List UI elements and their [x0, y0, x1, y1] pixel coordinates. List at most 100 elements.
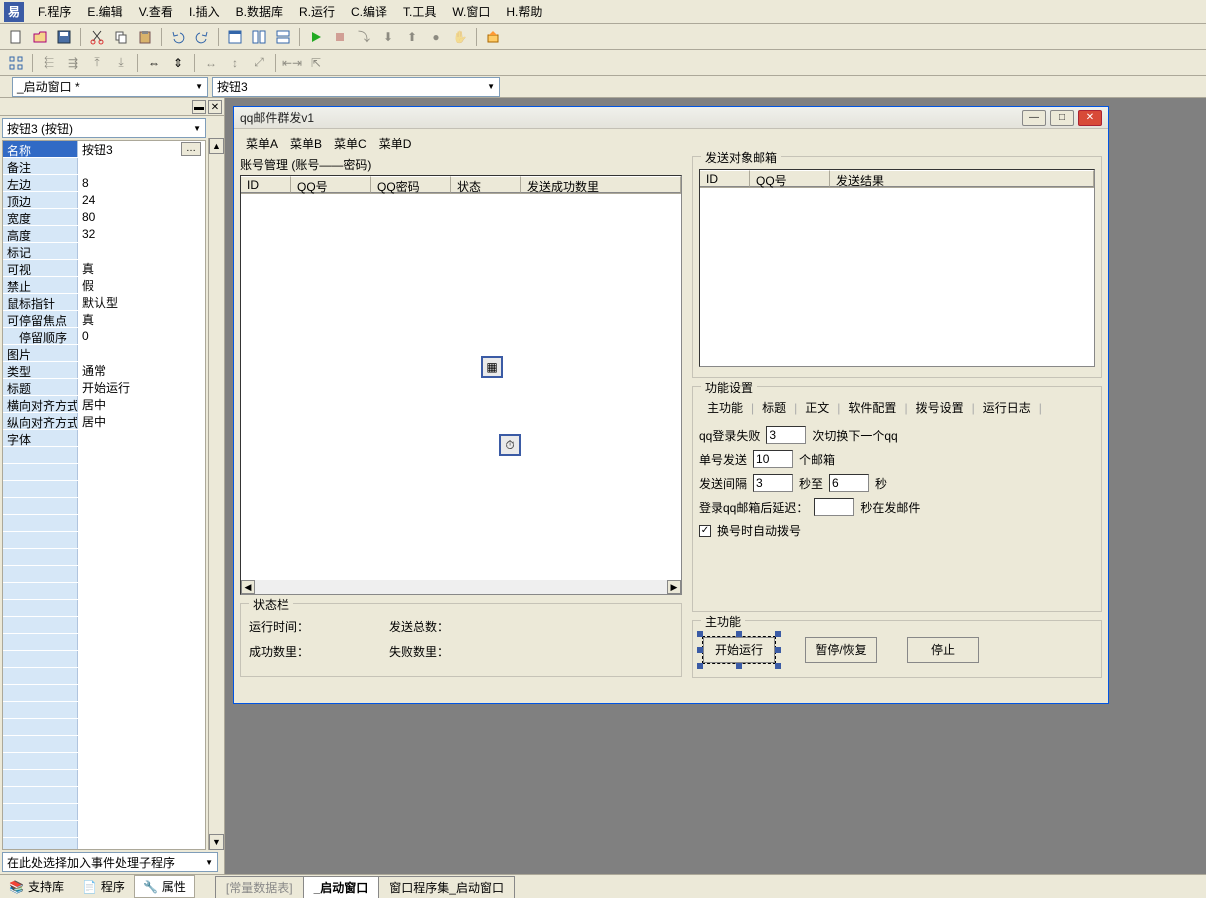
copy-icon[interactable] — [110, 26, 132, 48]
start-button[interactable]: 开始运行 — [703, 637, 775, 663]
scroll-up-icon[interactable]: ▲ — [209, 138, 224, 154]
col-qq[interactable]: QQ号 — [291, 176, 371, 193]
scroll-down-icon[interactable]: ▼ — [209, 834, 224, 850]
win1-icon[interactable] — [224, 26, 246, 48]
prop-row-类型[interactable]: 类型通常 — [3, 362, 205, 379]
design-surface[interactable]: qq邮件群发v1 — □ ✕ 菜单A 菜单B 菜单C 菜单D 账号管理 (账号—… — [225, 98, 1206, 874]
menu-window[interactable]: W.窗口 — [444, 1, 498, 22]
win2-icon[interactable] — [248, 26, 270, 48]
tab-dial[interactable]: 拨号设置 — [908, 397, 972, 418]
prop-value[interactable]: 按钮3… — [78, 141, 205, 157]
menu-program[interactable]: F.程序 — [30, 1, 79, 22]
center-v-icon[interactable]: ⇕ — [167, 52, 189, 74]
prop-value[interactable]: 假 — [78, 277, 205, 293]
prop-row-左边[interactable]: 左边8 — [3, 175, 205, 192]
run-icon[interactable] — [305, 26, 327, 48]
tab-log[interactable]: 运行日志 — [975, 397, 1039, 418]
interval-max-input[interactable] — [829, 474, 869, 492]
prop-value[interactable]: 24 — [78, 192, 205, 208]
menu-b[interactable]: 菜单B — [286, 135, 326, 152]
targets-listview[interactable]: ID QQ号 发送结果 — [699, 169, 1095, 367]
undo-icon[interactable] — [167, 26, 189, 48]
open-icon[interactable] — [29, 26, 51, 48]
login-fail-input[interactable] — [766, 426, 806, 444]
scroll-left-icon[interactable]: ◀ — [241, 580, 255, 594]
prop-row-禁止[interactable]: 禁止假 — [3, 277, 205, 294]
pane-properties[interactable]: 🔧 属性 — [134, 875, 195, 898]
delay-input[interactable] — [814, 498, 854, 516]
stop-button[interactable]: 停止 — [907, 637, 979, 663]
prop-row-可停留焦点[interactable]: 可停留焦点真 — [3, 311, 205, 328]
grid-icon[interactable] — [5, 52, 27, 74]
interval-min-input[interactable] — [753, 474, 793, 492]
menu-a[interactable]: 菜单A — [242, 135, 282, 152]
menu-view[interactable]: V.查看 — [131, 1, 181, 22]
step-into-icon[interactable]: ⬇ — [377, 26, 399, 48]
tab-title[interactable]: 标题 — [754, 397, 794, 418]
prop-value[interactable]: 真 — [78, 260, 205, 276]
new-icon[interactable] — [5, 26, 27, 48]
pane-program[interactable]: 📄 程序 — [73, 875, 134, 898]
minimize-icon[interactable]: — — [1022, 110, 1046, 126]
prop-row-纵向对齐方式[interactable]: 纵向对齐方式居中 — [3, 413, 205, 430]
col-id[interactable]: ID — [241, 176, 291, 193]
timer-icon[interactable]: ⏱ — [499, 434, 521, 456]
prop-row-标记[interactable]: 标记 — [3, 243, 205, 260]
tab-body[interactable]: 正文 — [797, 397, 837, 418]
maximize-icon[interactable]: □ — [1050, 110, 1074, 126]
menu-insert[interactable]: I.插入 — [181, 1, 228, 22]
prop-value[interactable] — [78, 430, 205, 446]
menu-run[interactable]: R.运行 — [291, 1, 343, 22]
prop-value[interactable]: 32 — [78, 226, 205, 242]
prop-value[interactable]: 居中 — [78, 396, 205, 412]
prop-value[interactable]: 默认型 — [78, 294, 205, 310]
prop-row-图片[interactable]: 图片 — [3, 345, 205, 362]
tcol-result[interactable]: 发送结果 — [830, 170, 1094, 187]
redo-icon[interactable] — [191, 26, 213, 48]
pane-support[interactable]: 📚 支持库 — [0, 875, 73, 898]
same-width-icon[interactable]: ↔ — [200, 52, 222, 74]
tab-config[interactable]: 软件配置 — [840, 397, 904, 418]
h-scrollbar[interactable]: ◀ ▶ — [241, 580, 681, 594]
col-pwd[interactable]: QQ密码 — [371, 176, 451, 193]
menu-edit[interactable]: E.编辑 — [79, 1, 130, 22]
prop-value[interactable]: 8 — [78, 175, 205, 191]
align-right-icon[interactable]: ⇶ — [62, 52, 84, 74]
designed-window[interactable]: qq邮件群发v1 — □ ✕ 菜单A 菜单B 菜单C 菜单D 账号管理 (账号—… — [233, 106, 1109, 704]
menu-compile[interactable]: C.编译 — [343, 1, 395, 22]
prop-value[interactable]: 0 — [78, 328, 205, 344]
prop-row-停留顺序[interactable]: 停留顺序0 — [3, 328, 205, 345]
col-success[interactable]: 发送成功数里 — [521, 176, 681, 193]
center-h-icon[interactable]: ⇔ — [143, 52, 165, 74]
same-size-icon[interactable]: ⤢ — [248, 52, 270, 74]
win3-icon[interactable] — [272, 26, 294, 48]
tcol-qq[interactable]: QQ号 — [750, 170, 830, 187]
menu-d[interactable]: 菜单D — [375, 135, 416, 152]
prop-value[interactable]: 居中 — [78, 413, 205, 429]
prop-row-标题[interactable]: 标题开始运行 — [3, 379, 205, 396]
step-over-icon[interactable]: ⤵ — [353, 26, 375, 48]
prop-row-高度[interactable]: 高度32 — [3, 226, 205, 243]
breakpoint-icon[interactable]: ● — [425, 26, 447, 48]
panel-pin-icon[interactable]: ▬ — [192, 100, 206, 114]
prop-ellipsis-button[interactable]: … — [181, 142, 201, 156]
prop-value[interactable] — [78, 243, 205, 259]
tab-window-module[interactable]: 窗口程序集_启动窗口 — [378, 876, 515, 898]
pause-button[interactable]: 暂停/恢复 — [805, 637, 877, 663]
prop-value[interactable]: 开始运行 — [78, 379, 205, 395]
align-top-icon[interactable]: ⤒ — [86, 52, 108, 74]
hand-icon[interactable]: ✋ — [449, 26, 471, 48]
align-left-icon[interactable]: ⬱ — [38, 52, 60, 74]
accounts-listview[interactable]: ID QQ号 QQ密码 状态 发送成功数里 ▦ ⏱ ◀ — [240, 175, 682, 595]
prop-row-字体[interactable]: 字体 — [3, 430, 205, 447]
scroll-right-icon[interactable]: ▶ — [667, 580, 681, 594]
tab-const[interactable]: [常量数据表] — [215, 876, 304, 898]
cut-icon[interactable] — [86, 26, 108, 48]
step-out-icon[interactable]: ⬆ — [401, 26, 423, 48]
property-grid[interactable]: 名称按钮3…备注左边8顶边24宽度80高度32标记可视真禁止假鼠标指针默认型可停… — [2, 140, 206, 850]
prop-value[interactable]: 80 — [78, 209, 205, 225]
auto-dial-checkbox[interactable]: ✓ — [699, 525, 711, 537]
menu-tools[interactable]: T.工具 — [395, 1, 444, 22]
same-height-icon[interactable]: ↕ — [224, 52, 246, 74]
tab-main[interactable]: 主功能 — [699, 397, 751, 418]
